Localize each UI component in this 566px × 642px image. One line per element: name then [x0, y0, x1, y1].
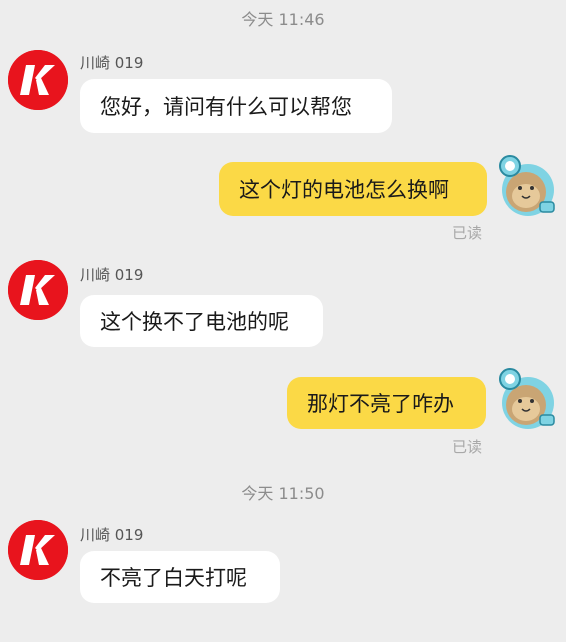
sender-name: 川崎 019 [80, 526, 144, 544]
read-status: 已读 [452, 438, 483, 456]
read-status: 已读 [452, 224, 483, 242]
sender-name: 川崎 019 [80, 54, 144, 72]
message-bubble-incoming[interactable]: 这个换不了电池的呢 [80, 295, 323, 347]
message-bubble-outgoing[interactable]: 这个灯的电池怎么换啊 [219, 162, 487, 216]
merchant-avatar-icon[interactable] [8, 260, 68, 320]
message-bubble-outgoing[interactable]: 那灯不亮了咋办 [287, 377, 486, 429]
merchant-avatar-icon[interactable] [8, 520, 68, 580]
user-avatar-icon[interactable] [496, 365, 556, 433]
timestamp: 今天 11:46 [241, 10, 325, 29]
timestamp: 今天 11:50 [241, 484, 325, 503]
message-bubble-incoming[interactable]: 不亮了白天打呢 [80, 551, 280, 603]
message-bubble-incoming[interactable]: 您好，请问有什么可以帮您 [80, 79, 392, 133]
merchant-avatar-icon[interactable] [8, 50, 68, 110]
sender-name: 川崎 019 [80, 266, 144, 284]
user-avatar-icon[interactable] [496, 152, 556, 220]
chat-window: 今天 11:46 川崎 019 您好，请问有什么可以帮您 这个灯的电池怎么换啊 … [0, 0, 566, 642]
